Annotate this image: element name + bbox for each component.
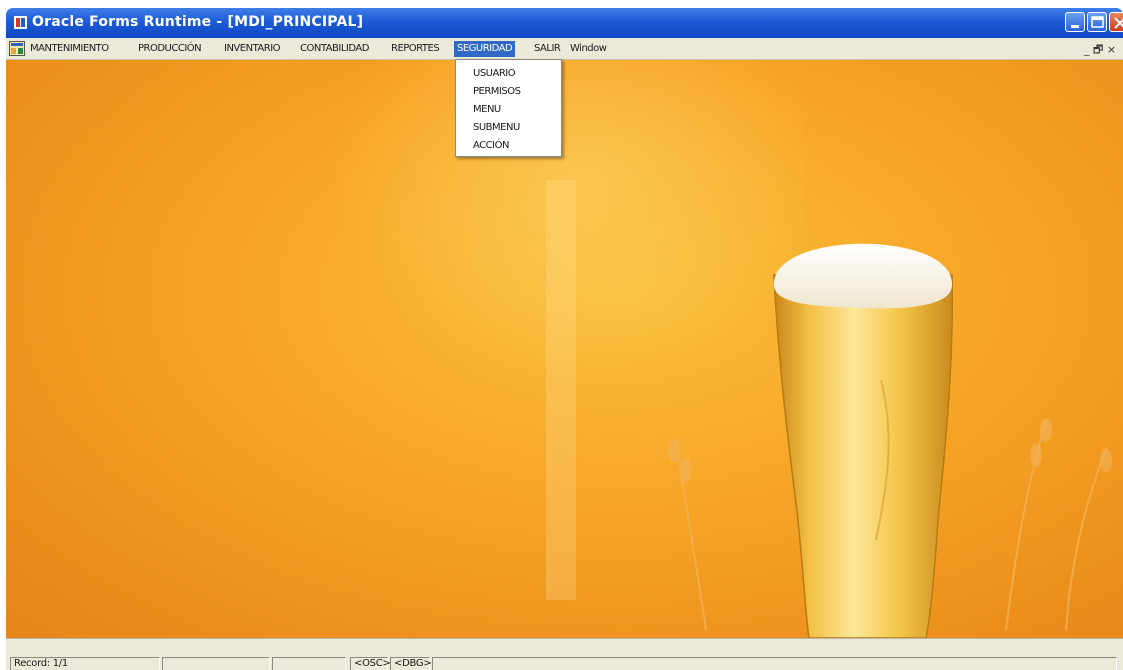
- menu-contabilidad[interactable]: CONTABILIDAD: [297, 41, 372, 57]
- menu-mantenimiento[interactable]: MANTENIMIENTO: [27, 41, 112, 57]
- status-osc: <OSC>: [350, 657, 391, 670]
- status-dbg: <DBG>: [390, 657, 432, 670]
- status-message: [432, 657, 1117, 670]
- record-count: Record: 1/1: [10, 657, 160, 670]
- menu-salir[interactable]: SALIR: [531, 41, 563, 57]
- status-cell-2: [162, 657, 270, 670]
- dropdown-item-menu[interactable]: MENU: [473, 102, 501, 118]
- title-bar[interactable]: Oracle Forms Runtime - [MDI_PRINCIPAL]: [6, 8, 1123, 38]
- menu-produccion[interactable]: PRODUCCIÓN: [135, 41, 204, 57]
- dropdown-item-usuario[interactable]: USUARIO: [473, 66, 516, 82]
- status-cell-3: [272, 657, 346, 670]
- mdi-background-canvas: [6, 60, 1123, 638]
- beer-glass-image: [306, 60, 1112, 638]
- status-bar: Record: 1/1 <OSC> <DBG>: [6, 638, 1123, 670]
- menu-seguridad[interactable]: SEGURIDAD: [454, 41, 516, 57]
- maximize-button[interactable]: [1087, 12, 1107, 32]
- window-title: Oracle Forms Runtime - [MDI_PRINCIPAL]: [32, 14, 364, 30]
- dropdown-item-accion[interactable]: ACCIÓN: [473, 138, 509, 154]
- close-icon: [1114, 17, 1123, 29]
- menu-inventario[interactable]: INVENTARIO: [221, 41, 283, 57]
- close-button[interactable]: [1109, 12, 1123, 32]
- menu-reportes[interactable]: REPORTES: [388, 41, 442, 57]
- maximize-icon: [1091, 16, 1104, 28]
- mdi-child-controls[interactable]: _ 🗗 ×: [1084, 41, 1116, 60]
- dropdown-item-permisos[interactable]: PERMISOS: [473, 84, 521, 100]
- minimize-icon: [1071, 25, 1079, 28]
- app-window: Oracle Forms Runtime - [MDI_PRINCIPAL] M…: [0, 0, 1123, 670]
- oracle-forms-icon: [14, 16, 27, 29]
- menu-bar: MANTENIMIENTO PRODUCCIÓN INVENTARIO CONT…: [6, 38, 1123, 60]
- dropdown-item-submenu[interactable]: SUBMENU: [473, 120, 520, 136]
- document-icon[interactable]: [9, 41, 25, 56]
- menu-window[interactable]: Window: [567, 41, 609, 57]
- seguridad-dropdown-menu: USUARIO PERMISOS MENU SUBMENU ACCIÓN: [455, 59, 562, 157]
- minimize-button[interactable]: [1065, 12, 1085, 32]
